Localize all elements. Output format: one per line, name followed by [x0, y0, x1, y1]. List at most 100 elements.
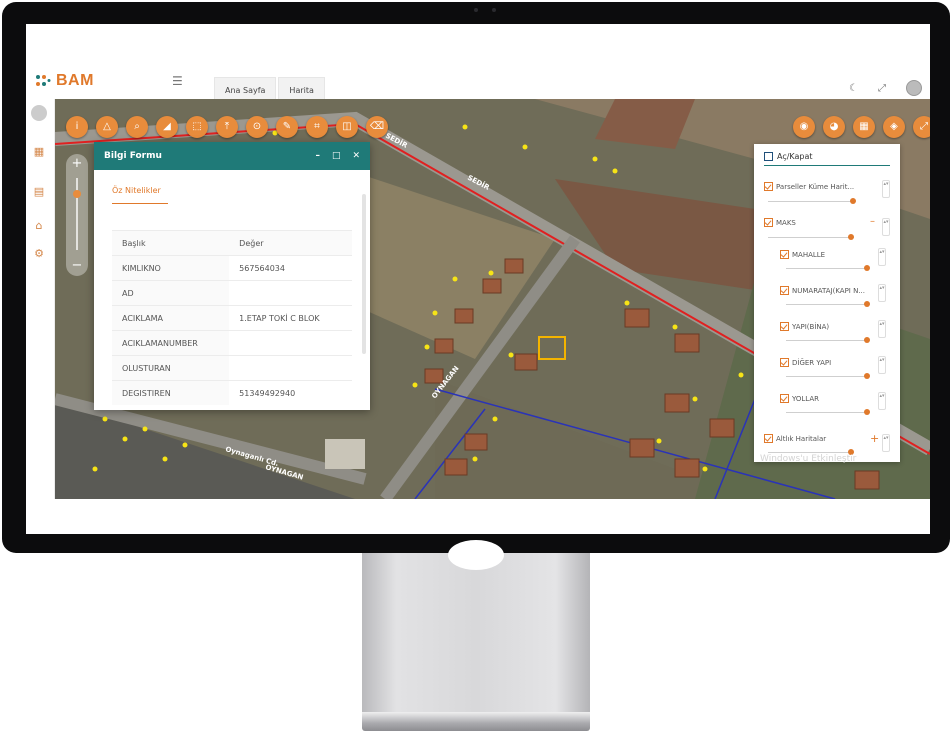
sidebar-avatar[interactable] [31, 105, 47, 121]
eraser-icon[interactable]: ⌫ [366, 116, 388, 138]
layer-checkbox[interactable] [780, 286, 789, 295]
camera-icon[interactable]: ◉ [793, 116, 815, 138]
activation-watermark: Windows'u Etkinleştir [760, 454, 857, 464]
settings-gear-icon[interactable]: ⚙ [32, 247, 46, 261]
layer-item[interactable]: Altlık Haritalar [764, 434, 826, 443]
table-row: KIMLIKNO 567564034 [112, 255, 352, 281]
layer-checkbox[interactable] [764, 218, 773, 227]
opacity-slider[interactable] [768, 452, 854, 453]
collapse-minus-icon[interactable]: – [870, 216, 875, 227]
dashboard-icon[interactable]: ▦ [32, 145, 46, 159]
monitor-stand-base [362, 712, 590, 731]
layer-checkbox[interactable] [764, 182, 773, 191]
edit-icon[interactable]: ✎ [276, 116, 298, 138]
zoom-search-icon[interactable]: ⌕ [126, 116, 148, 138]
zoom-slider-handle[interactable] [73, 190, 81, 198]
opacity-slider[interactable] [768, 201, 854, 202]
opacity-slider[interactable] [786, 304, 866, 305]
opacity-slider-handle[interactable] [848, 234, 854, 240]
layer-item[interactable]: MAHALLE [780, 250, 825, 259]
toggle-all-checkbox[interactable] [764, 152, 773, 161]
app-logo[interactable]: BAM [34, 72, 94, 90]
layer-item[interactable]: Parseller Küme Harit... [764, 182, 854, 191]
info-icon[interactable]: i [66, 116, 88, 138]
logo-text: BAM [56, 72, 94, 89]
toggle-all-label: Aç/Kapat [777, 152, 813, 161]
minimize-icon[interactable]: – [315, 151, 320, 161]
opacity-slider[interactable] [786, 340, 866, 341]
order-spinner[interactable]: ▴▾ [878, 392, 886, 410]
zoom-in-button[interactable]: + [66, 154, 88, 174]
layer-checkbox[interactable] [764, 434, 773, 443]
order-spinner[interactable]: ▴▾ [878, 248, 886, 266]
order-spinner[interactable]: ▴▾ [878, 320, 886, 338]
polygon-draw-icon[interactable]: △ [96, 116, 118, 138]
attr-key: ACIKLAMANUMBER [112, 330, 230, 356]
monitor-bezel: BAM ☰ Ana Sayfa Harita ☾ ⤢ ▦ ▤ ⌂ ⚙ SEDİR… [2, 2, 950, 553]
order-spinner[interactable]: ▴▾ [878, 284, 886, 302]
layer-item[interactable]: YAPI(BİNA) [780, 322, 829, 331]
opacity-slider-handle[interactable] [864, 373, 870, 379]
expand-plus-icon[interactable]: + [870, 432, 879, 445]
palette-icon[interactable]: ◕ [823, 116, 845, 138]
table-row: DEGISTIREN 51349492940 [112, 380, 352, 405]
screen: BAM ☰ Ana Sayfa Harita ☾ ⤢ ▦ ▤ ⌂ ⚙ SEDİR… [26, 24, 930, 534]
layer-label: YOLLAR [792, 394, 820, 403]
opacity-slider-handle[interactable] [864, 337, 870, 343]
crosshair-icon[interactable]: ⌗ [306, 116, 328, 138]
attr-key: ACIKLAMA [112, 305, 230, 331]
opacity-slider-handle[interactable] [864, 301, 870, 307]
camera-dot [474, 8, 478, 12]
layer-label: NUMARATAJ(KAPI N... [792, 286, 866, 295]
select-box-icon[interactable]: ⬚ [186, 116, 208, 138]
order-spinner[interactable]: ▴▾ [878, 356, 886, 374]
layer-checkbox[interactable] [780, 394, 789, 403]
close-icon[interactable]: ✕ [352, 151, 360, 161]
opacity-slider-handle[interactable] [864, 409, 870, 415]
layer-panel: Aç/Kapat Parseller Küme Harit... ▴▾ MAKS… [754, 144, 900, 462]
opacity-slider[interactable] [786, 268, 866, 269]
layers-icon[interactable]: ◈ [883, 116, 905, 138]
order-spinner[interactable]: ▴▾ [882, 218, 890, 236]
location-pin-icon[interactable]: ⊙ [246, 116, 268, 138]
attr-key: AD [112, 280, 230, 306]
layer-item[interactable]: MAKS [764, 218, 796, 227]
layer-checkbox[interactable] [780, 358, 789, 367]
left-sidebar: ▦ ▤ ⌂ ⚙ [26, 99, 55, 499]
opacity-slider[interactable] [768, 237, 854, 238]
opacity-slider-handle[interactable] [850, 198, 856, 204]
maximize-icon[interactable]: □ [332, 151, 341, 161]
measure-angle-icon[interactable]: ◢ [156, 116, 178, 138]
user-avatar[interactable] [906, 80, 922, 96]
dark-mode-moon-icon[interactable]: ☾ [849, 83, 858, 94]
upload-icon[interactable]: ⤒ [216, 116, 238, 138]
split-view-icon[interactable]: ◫ [336, 116, 358, 138]
info-form-dialog: Bilgi Formu – □ ✕ Öz Nitelikler Başlık D… [94, 142, 370, 410]
order-spinner[interactable]: ▴▾ [882, 434, 890, 452]
opacity-slider[interactable] [786, 412, 866, 413]
fullscreen-icon[interactable]: ⤢ [878, 83, 886, 94]
opacity-slider-handle[interactable] [864, 265, 870, 271]
opacity-slider[interactable] [786, 376, 866, 377]
info-form-header: Bilgi Formu – □ ✕ [94, 142, 370, 170]
order-spinner[interactable]: ▴▾ [882, 180, 890, 198]
grid-icon[interactable]: ▦ [853, 116, 875, 138]
attribute-table: Başlık Değer KIMLIKNO 567564034 AD ACIKLA… [112, 230, 352, 405]
building-icon[interactable]: ⌂ [32, 219, 46, 233]
layer-toggle-all[interactable]: Aç/Kapat [764, 152, 890, 166]
tab-oz-nitelikler[interactable]: Öz Nitelikler [112, 186, 168, 204]
info-form-scrollbar[interactable] [362, 194, 366, 354]
map-icon[interactable]: ▤ [32, 185, 46, 199]
layer-checkbox[interactable] [780, 322, 789, 331]
expand-icon[interactable]: ⤢ [913, 116, 930, 138]
zoom-out-button[interactable]: − [66, 256, 88, 276]
attr-value: 51349492940 [229, 380, 352, 405]
layer-item[interactable]: YOLLAR [780, 394, 819, 403]
layer-checkbox[interactable] [780, 250, 789, 259]
layer-item[interactable]: DİĞER YAPI [780, 358, 831, 367]
layer-label: Altlık Haritalar [776, 434, 827, 443]
hamburger-menu-icon[interactable]: ☰ [172, 74, 183, 88]
layer-item[interactable]: NUMARATAJ(KAPI N... [780, 286, 865, 295]
attr-key: OLUSTURAN [112, 355, 230, 381]
zoom-track[interactable] [76, 178, 78, 250]
